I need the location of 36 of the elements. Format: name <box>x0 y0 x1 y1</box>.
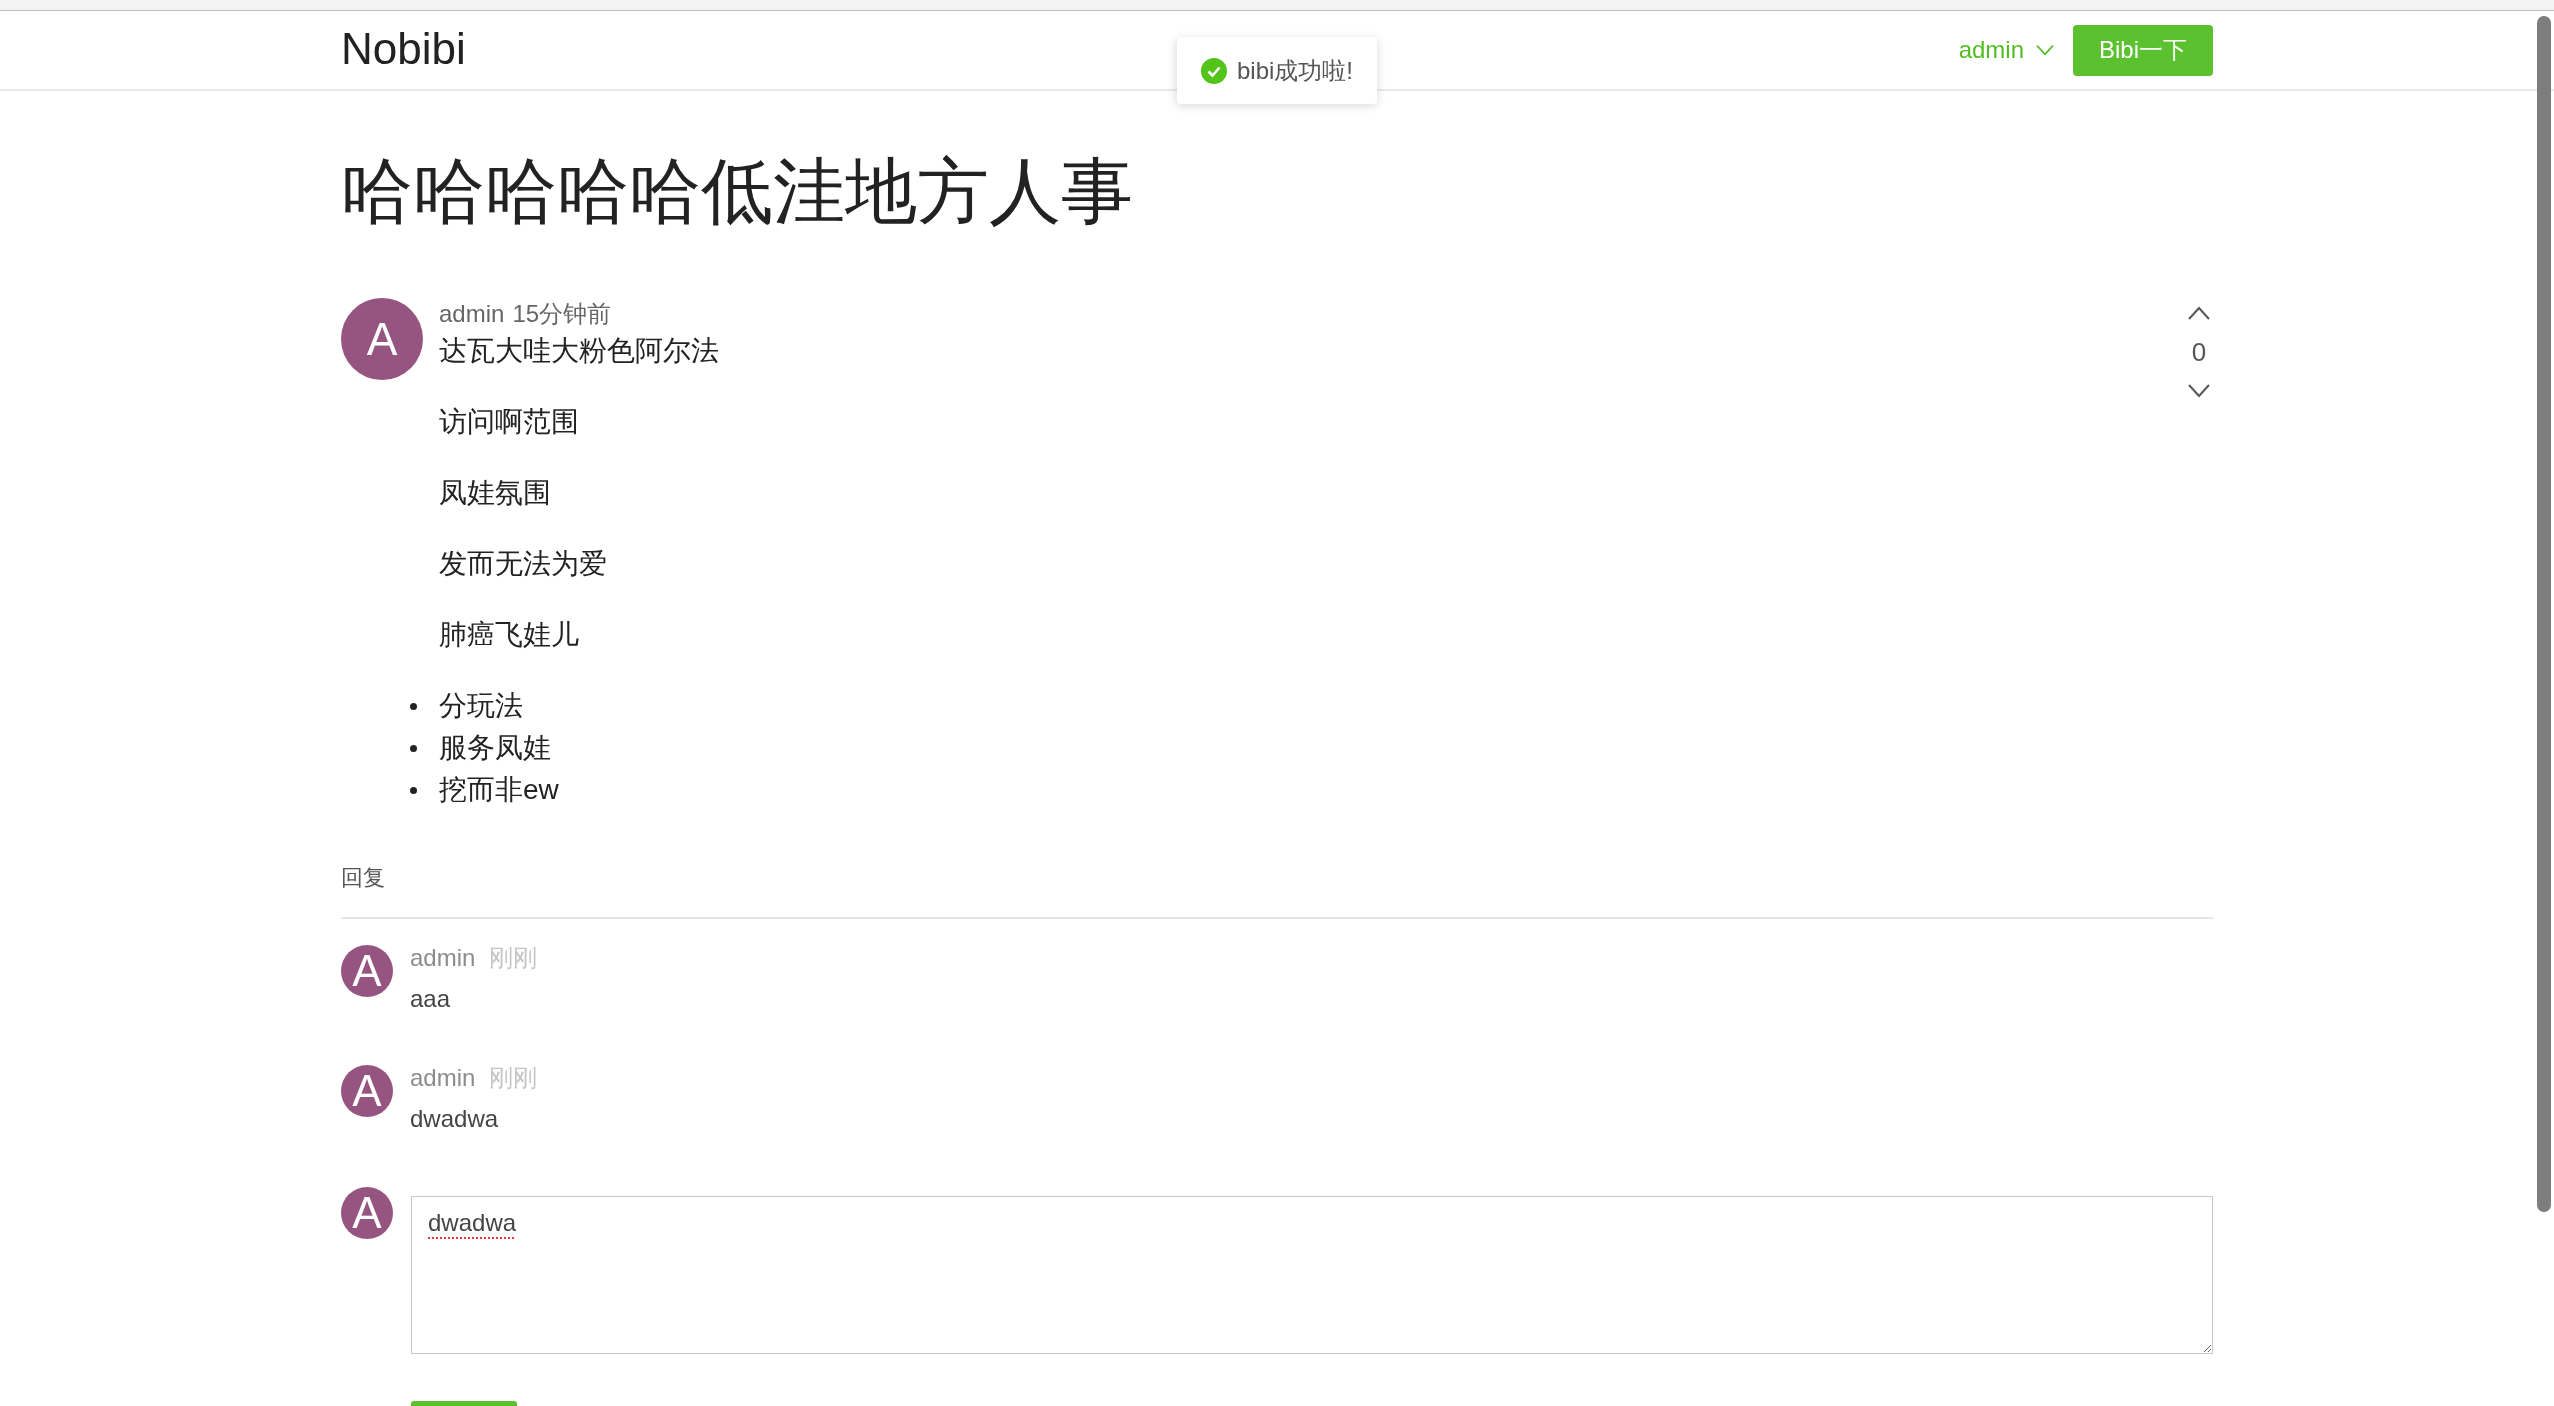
downvote-icon[interactable] <box>2188 383 2210 398</box>
check-circle-icon <box>1201 57 1227 84</box>
list-item-text: 分玩法 <box>439 689 523 723</box>
post-paragraph: 肺癌飞娃儿 <box>439 618 579 652</box>
bullet-icon <box>410 744 417 752</box>
post-button[interactable]: Bibi一下 <box>2073 24 2213 76</box>
user-menu-button[interactable]: admin <box>1958 32 2054 68</box>
replies-heading: 回复 <box>341 864 385 892</box>
reply-input[interactable]: dwadwa <box>411 1196 2213 1354</box>
chevron-down-icon <box>2036 44 2054 56</box>
toast-message: bibi成功啦! <box>1237 55 1353 86</box>
bullet-icon <box>410 786 417 794</box>
post-paragraph: 发而无法为爱 <box>439 547 607 581</box>
avatar: A <box>341 945 393 997</box>
upvote-icon[interactable] <box>2188 306 2210 321</box>
vote-count: 0 <box>2191 336 2207 368</box>
reply-author[interactable]: admin <box>410 1063 476 1093</box>
post-paragraph: 访问啊范围 <box>439 405 579 439</box>
site-logo[interactable]: Nobibi <box>341 27 466 71</box>
post-time: 15分钟前 <box>512 299 612 329</box>
avatar: A <box>341 1065 393 1117</box>
reply-text: aaa <box>410 984 451 1014</box>
bullet-icon <box>410 702 417 710</box>
reply-time: 刚刚 <box>489 1063 538 1093</box>
avatar: A <box>341 298 423 380</box>
list-item-text: 服务凤娃 <box>439 731 551 765</box>
list-item-text: 挖而非ew <box>439 773 559 807</box>
scrollbar-thumb[interactable] <box>2537 16 2551 1212</box>
avatar: A <box>341 1187 393 1239</box>
reply-text: dwadwa <box>410 1104 499 1134</box>
post-paragraph: 凤娃氛围 <box>439 476 551 510</box>
reply-time: 刚刚 <box>489 943 538 973</box>
reply-author[interactable]: admin <box>410 943 476 973</box>
post-paragraph: 达瓦大哇大粉色阿尔法 <box>439 334 719 368</box>
post-author[interactable]: admin <box>439 298 505 330</box>
post-title: 哈哈哈哈哈低洼地方人事 <box>341 150 1133 233</box>
